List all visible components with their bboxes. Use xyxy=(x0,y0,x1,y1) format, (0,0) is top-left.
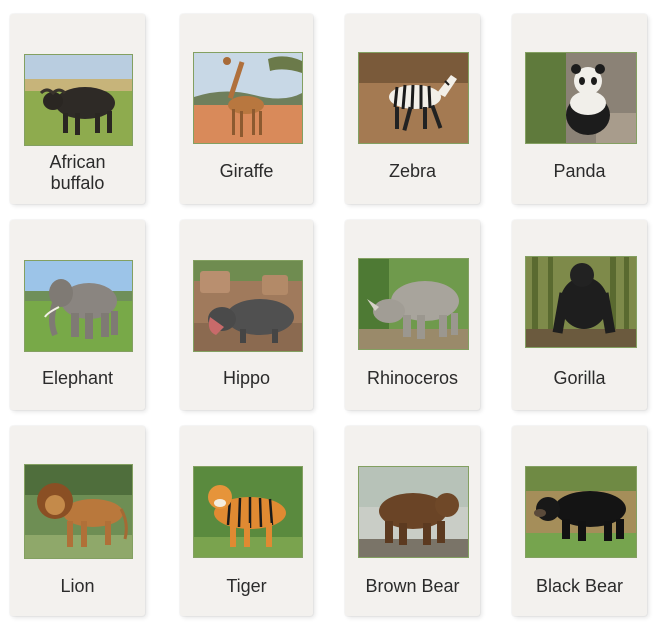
elephant-photo xyxy=(24,260,133,352)
card-label: Hippo xyxy=(222,368,271,388)
card-tiger: Tiger xyxy=(180,426,313,616)
panda-photo xyxy=(525,52,637,144)
card-african-buffalo: African buffalo xyxy=(10,14,145,204)
card-black-bear: Black Bear xyxy=(512,426,647,616)
card-label: Gorilla xyxy=(553,368,606,388)
card-elephant: Elephant xyxy=(10,220,145,410)
brown-bear-photo xyxy=(358,466,469,558)
card-label: Panda xyxy=(553,161,606,181)
card-rhinoceros: Rhinoceros xyxy=(345,220,480,410)
hippo-photo xyxy=(193,260,303,352)
card-panda: Panda xyxy=(512,14,647,204)
black-bear-photo xyxy=(525,466,637,558)
rhinoceros-photo xyxy=(358,258,469,350)
card-brown-bear: Brown Bear xyxy=(345,426,480,616)
card-label: Giraffe xyxy=(219,161,274,181)
card-label: African buffalo xyxy=(10,152,145,194)
card-label: Elephant xyxy=(41,368,114,388)
card-label: Rhinoceros xyxy=(366,368,459,388)
card-label: Black Bear xyxy=(535,576,624,596)
zebra-photo xyxy=(358,52,469,144)
gorilla-photo xyxy=(525,256,637,348)
card-giraffe: Giraffe xyxy=(180,14,313,204)
card-hippo: Hippo xyxy=(180,220,313,410)
card-gorilla: Gorilla xyxy=(512,220,647,410)
card-lion: Lion xyxy=(10,426,145,616)
card-label: Zebra xyxy=(388,161,437,181)
card-label: Lion xyxy=(60,576,95,596)
card-label-line-2: buffalo xyxy=(50,173,105,193)
card-label: Brown Bear xyxy=(365,576,460,596)
lion-photo xyxy=(24,464,133,559)
card-label: Tiger xyxy=(226,576,267,596)
card-zebra: Zebra xyxy=(345,14,480,204)
african-buffalo-photo xyxy=(24,54,133,146)
giraffe-photo xyxy=(193,52,303,144)
card-label-line-1: African xyxy=(49,152,106,172)
tiger-photo xyxy=(193,466,303,558)
